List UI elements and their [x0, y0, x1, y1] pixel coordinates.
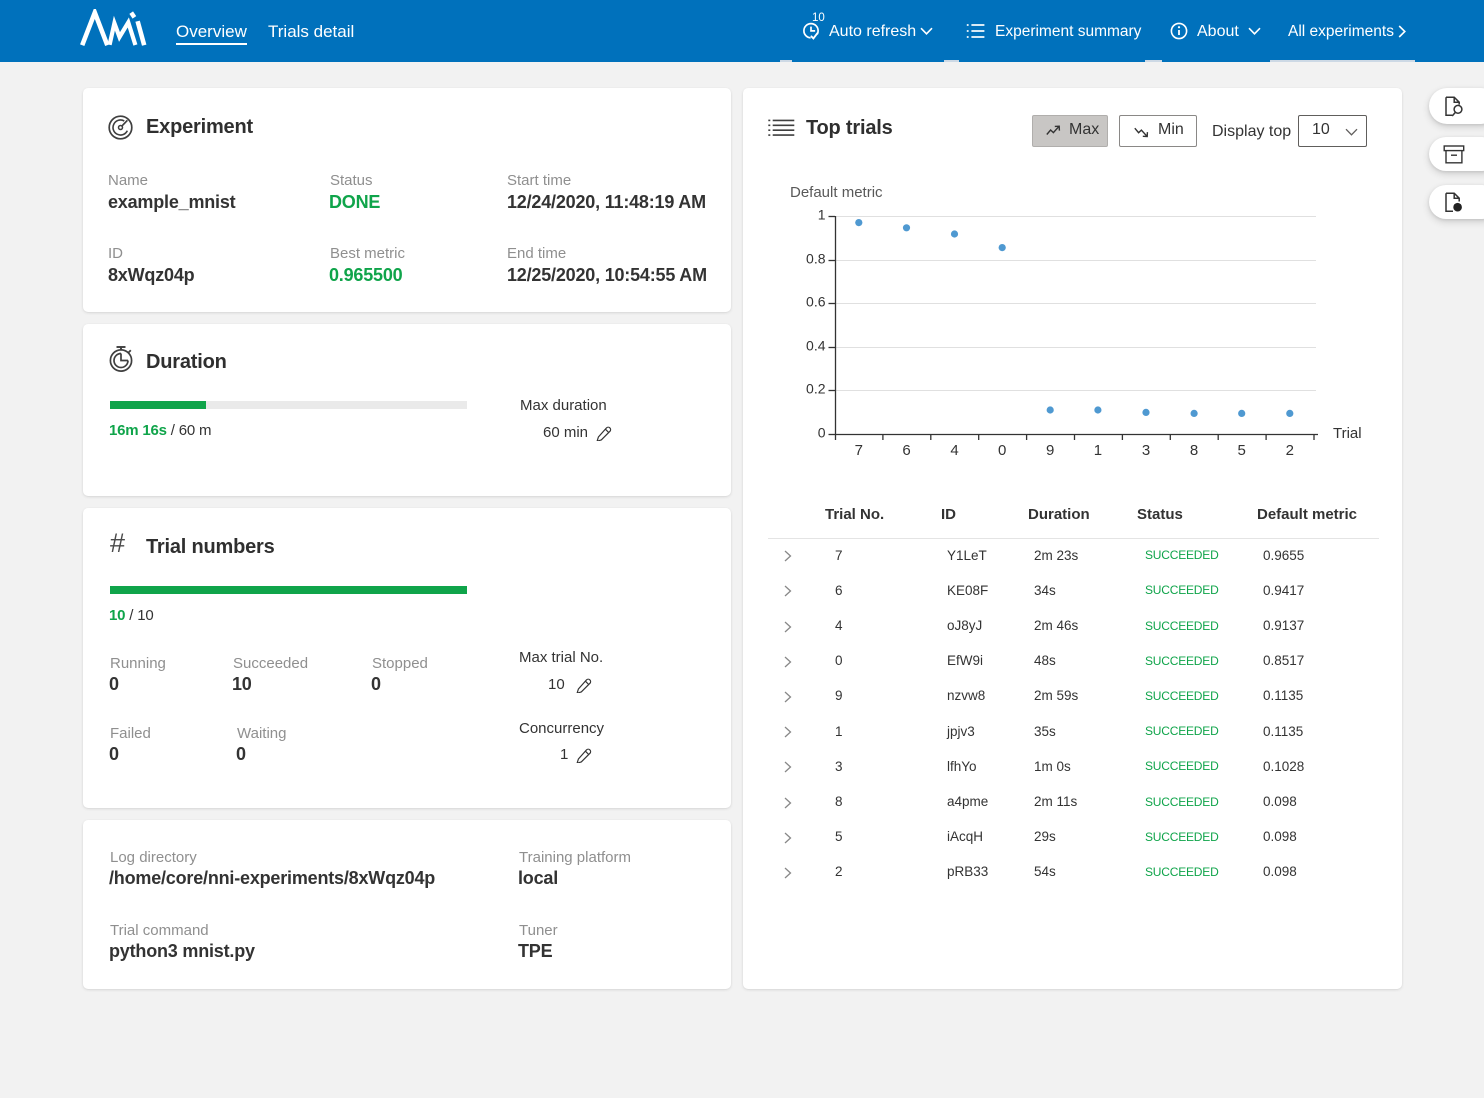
- svg-text:4: 4: [950, 442, 958, 459]
- svg-text:7: 7: [855, 442, 863, 459]
- svg-text:1: 1: [818, 206, 826, 222]
- svg-text:6: 6: [902, 442, 910, 459]
- svg-text:0.2: 0.2: [806, 380, 826, 396]
- svg-text:0: 0: [998, 442, 1006, 459]
- svg-text:2: 2: [1286, 442, 1294, 459]
- svg-text:8: 8: [1190, 442, 1198, 459]
- svg-text:Default metric: Default metric: [790, 184, 883, 201]
- svg-text:0.6: 0.6: [806, 293, 826, 309]
- svg-text:5: 5: [1238, 442, 1246, 459]
- svg-text:3: 3: [1142, 442, 1150, 459]
- svg-text:9: 9: [1046, 442, 1054, 459]
- svg-text:1: 1: [1094, 442, 1102, 459]
- svg-text:0.4: 0.4: [806, 337, 826, 353]
- svg-text:Trial: Trial: [1333, 425, 1362, 442]
- svg-text:0.8: 0.8: [806, 250, 826, 266]
- svg-text:0: 0: [818, 424, 826, 440]
